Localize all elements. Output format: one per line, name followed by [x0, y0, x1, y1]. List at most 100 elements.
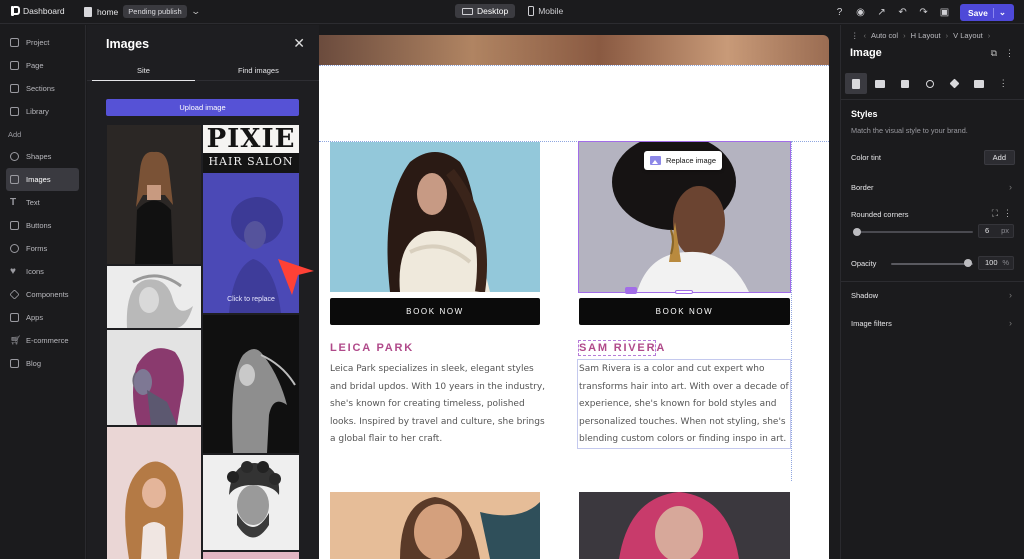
- redo-icon[interactable]: ↷: [918, 7, 929, 18]
- close-icon[interactable]: ✕: [293, 35, 305, 52]
- image-thumbnail[interactable]: [107, 125, 201, 264]
- guide-line: [319, 65, 829, 66]
- sidebar-item-blog[interactable]: Blog: [0, 352, 85, 375]
- image-thumbnail[interactable]: [107, 427, 201, 559]
- rounded-unit: px: [1001, 226, 1009, 235]
- sidebar-item-label: Page: [26, 61, 44, 70]
- replace-image-label: Replace image: [666, 156, 717, 165]
- sidebar-item-library[interactable]: Library: [0, 100, 85, 123]
- sidebar-item-page[interactable]: Page: [0, 54, 85, 77]
- chevron-right-icon[interactable]: ›: [1009, 290, 1012, 300]
- chevron-right-icon[interactable]: ›: [1009, 182, 1012, 192]
- image-thumbnail[interactable]: [107, 266, 201, 328]
- stylist-photo-leica[interactable]: [330, 142, 540, 292]
- shadow-row[interactable]: Shadow: [851, 291, 878, 300]
- selection-handle[interactable]: [625, 287, 637, 294]
- salon-logo-thumbnail[interactable]: PIXIE HAIR SALON: [203, 125, 299, 173]
- border-row[interactable]: Border: [851, 183, 874, 192]
- sidebar-item-components[interactable]: Components: [0, 283, 85, 306]
- rounded-corners-slider[interactable]: [855, 231, 973, 233]
- breadcrumb-auto-col[interactable]: Auto col: [871, 31, 898, 40]
- top-bar: Dashboard home Pending publish ⌄ Desktop…: [0, 0, 1024, 24]
- breadcrumb-v-layout[interactable]: V Layout: [953, 31, 983, 40]
- layout-tool[interactable]: [870, 73, 892, 94]
- external-link-icon[interactable]: ↗: [876, 7, 887, 18]
- help-icon[interactable]: ?: [834, 7, 845, 18]
- monitor-icon: [462, 7, 473, 15]
- stylist-photo[interactable]: [579, 492, 790, 559]
- breadcrumb-h-layout[interactable]: H Layout: [911, 31, 941, 40]
- styles-heading: Styles: [851, 109, 878, 119]
- page-icon: [84, 6, 92, 17]
- desktop-view-button[interactable]: Desktop: [455, 4, 516, 18]
- save-divider: [992, 7, 994, 18]
- book-now-button[interactable]: BOOK NOW: [579, 298, 790, 325]
- salon-logo-subtext: HAIR SALON: [203, 153, 299, 173]
- sidebar-item-ecommerce[interactable]: 🛒︎ E-commerce: [0, 329, 85, 352]
- crop-tool[interactable]: [894, 73, 916, 94]
- bio-line: she's known for creating timeless, polis…: [330, 399, 525, 409]
- sidebar-item-icons[interactable]: ♥ Icons: [0, 260, 85, 283]
- resize-handle[interactable]: [675, 290, 693, 294]
- status-badge: Pending publish: [123, 5, 187, 18]
- save-button[interactable]: Save ⌄: [960, 4, 1014, 21]
- preview-eye-icon[interactable]: ◉: [855, 7, 866, 18]
- hero-image-strip[interactable]: [319, 35, 829, 65]
- text-icon: T: [10, 197, 17, 208]
- stylist-name: SAM RIVERA: [579, 342, 667, 354]
- page-selector[interactable]: home Pending publish ⌄: [84, 5, 201, 18]
- effect-tool[interactable]: [943, 73, 965, 94]
- stylist-photo[interactable]: [330, 492, 540, 559]
- more-icon[interactable]: ⋮: [1003, 208, 1012, 219]
- sidebar-item-label: Apps: [26, 313, 44, 322]
- link-tool[interactable]: [919, 73, 941, 94]
- sidebar-item-images[interactable]: Images: [6, 168, 79, 191]
- replace-image-button[interactable]: Replace image: [644, 151, 723, 170]
- page-icon: [10, 61, 19, 70]
- book-now-button[interactable]: BOOK NOW: [330, 298, 540, 325]
- opacity-slider-knob[interactable]: [964, 259, 972, 267]
- opacity-input[interactable]: 100%: [978, 256, 1014, 270]
- image-settings-tool[interactable]: [968, 73, 990, 94]
- chevron-right-icon[interactable]: ›: [1009, 318, 1012, 328]
- duplicate-icon[interactable]: ⧉: [991, 48, 997, 59]
- sidebar-item-sections[interactable]: Sections: [0, 77, 85, 100]
- color-tint-add-button[interactable]: Add: [983, 150, 1015, 165]
- sidebar-item-forms[interactable]: Forms: [0, 237, 85, 260]
- image-thumbnail[interactable]: [107, 330, 201, 425]
- image-thumbnail[interactable]: [203, 315, 299, 453]
- rounded-corners-input[interactable]: 6 px: [978, 224, 1014, 238]
- blog-icon: [10, 359, 19, 368]
- sidebar-item-buttons[interactable]: Buttons: [0, 214, 85, 237]
- sidebar-item-apps[interactable]: Apps: [0, 306, 85, 329]
- image-thumbnail[interactable]: [203, 552, 299, 559]
- image-filters-row[interactable]: Image filters: [851, 319, 892, 328]
- more-icon[interactable]: ⋮: [851, 31, 859, 40]
- photo-bottom-right: [579, 492, 790, 559]
- opacity-slider[interactable]: [891, 263, 973, 265]
- sidebar-item-label: Images: [26, 175, 51, 184]
- more-tools[interactable]: ⋮: [992, 73, 1014, 94]
- rounded-corners-label: Rounded corners: [851, 210, 909, 219]
- tab-find-images[interactable]: Find images: [238, 66, 279, 75]
- more-options-icon[interactable]: ⋮: [1005, 48, 1014, 59]
- dashboard-link[interactable]: Dashboard: [10, 5, 65, 17]
- brush-icon: [851, 78, 860, 89]
- save-menu-chevron-icon[interactable]: ⌄: [999, 7, 1006, 18]
- image-toolbar: ⋮: [845, 73, 1017, 94]
- sidebar-item-shapes[interactable]: Shapes: [0, 145, 85, 168]
- sidebar-item-text[interactable]: T Text: [0, 191, 85, 214]
- mobile-view-button[interactable]: Mobile: [521, 4, 570, 18]
- image-thumbnail[interactable]: [203, 455, 299, 550]
- color-tint-label: Color tint: [851, 153, 882, 162]
- upload-image-button[interactable]: Upload image: [106, 99, 299, 116]
- rounded-corners-slider-knob[interactable]: [853, 228, 861, 236]
- tab-site[interactable]: Site: [92, 66, 195, 81]
- corner-expand-icon[interactable]: ⛶: [992, 208, 998, 219]
- sidebar-item-label: Sections: [26, 84, 55, 93]
- panel-toggle-icon[interactable]: ▣: [939, 7, 950, 18]
- sidebar-item-project[interactable]: Project: [0, 31, 85, 54]
- undo-icon[interactable]: ↶: [897, 7, 908, 18]
- style-brush-tool[interactable]: [845, 73, 867, 94]
- chevron-down-icon[interactable]: ⌄: [190, 6, 201, 17]
